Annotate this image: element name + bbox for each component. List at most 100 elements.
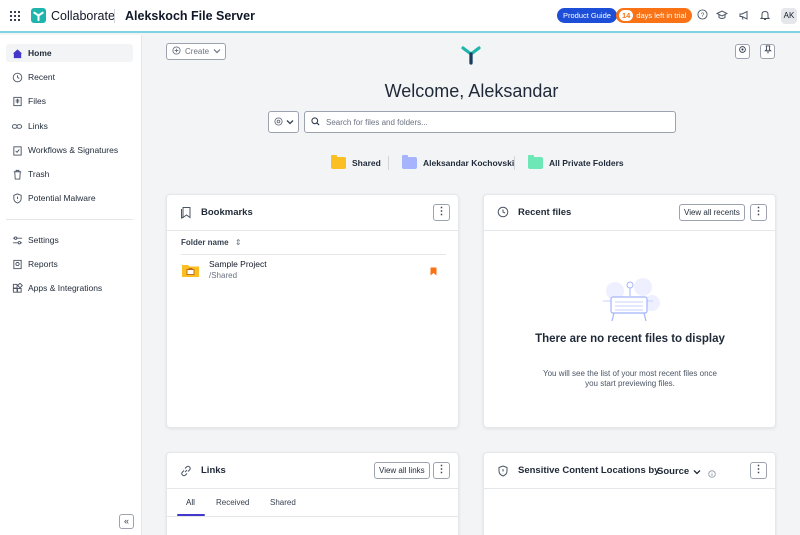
shortcut-label: All Private Folders (549, 158, 624, 168)
sidebar-item-links[interactable]: Links (6, 117, 133, 135)
links-title: Links (201, 465, 226, 476)
app-launcher-icon[interactable] (10, 11, 20, 21)
sliders-icon (6, 235, 28, 246)
trial-badge[interactable]: 14 days left in trial (616, 8, 693, 23)
avatar[interactable]: AK (781, 8, 797, 24)
bookmarks-menu-button[interactable]: ⋮ (433, 204, 450, 221)
clock-icon (497, 206, 509, 218)
trial-text: days left in trial (636, 11, 687, 20)
empty-state-illustration (597, 277, 663, 325)
tab-received[interactable]: Received (216, 498, 249, 507)
folder-icon (528, 155, 543, 169)
source-dropdown-label: Source (657, 465, 690, 477)
sensitive-content-title: Sensitive Content Locations by (518, 465, 660, 476)
sidebar-item-label: Apps & Integrations (28, 283, 103, 293)
divider (167, 488, 458, 489)
sensitive-content-menu-button[interactable]: ⋮ (750, 462, 767, 479)
sensitive-content-card: Sensitive Content Locations by Source ⋮ (483, 452, 776, 535)
gear-icon (738, 46, 747, 56)
trial-days: 14 (619, 10, 634, 21)
clock-icon (6, 72, 28, 83)
collaborate-logo-center (460, 43, 482, 65)
sidebar-item-workflows[interactable]: Workflows & Signatures (6, 141, 133, 159)
tab-shared[interactable]: Shared (270, 498, 296, 507)
column-header-folder-name[interactable]: Folder name ⇕ (181, 238, 242, 247)
create-button[interactable]: Create (166, 43, 226, 60)
megaphone-icon[interactable] (738, 9, 750, 21)
sidebar-item-potential-malware[interactable]: Potential Malware (6, 189, 133, 207)
sidebar-item-label: Settings (28, 235, 59, 245)
sidebar-item-settings[interactable]: Settings (6, 231, 133, 249)
search-scope-dropdown[interactable] (268, 111, 299, 133)
sidebar-item-trash[interactable]: Trash (6, 165, 133, 183)
recent-files-card: Recent files View all recents ⋮ There ar… (483, 194, 776, 428)
bookmark-path: /Shared (209, 271, 238, 280)
shield-icon (6, 192, 28, 204)
bookmark-name[interactable]: Sample Project (209, 259, 267, 269)
empty-state-description: You will see the list of your most recen… (542, 369, 717, 388)
plus-icon (172, 46, 181, 57)
collapse-sidebar-button[interactable]: « (119, 514, 134, 529)
bookmark-flag-icon[interactable] (430, 265, 437, 279)
links-menu-button[interactable]: ⋮ (433, 462, 450, 479)
files-icon (6, 96, 28, 107)
sidebar-item-files[interactable]: Files (6, 92, 133, 110)
home-icon (6, 48, 28, 59)
server-name: Alekskoch File Server (125, 9, 255, 23)
sidebar-divider (6, 219, 133, 220)
source-dropdown[interactable]: Source (657, 464, 701, 478)
recent-files-menu-button[interactable]: ⋮ (750, 204, 767, 221)
help-icon[interactable]: ? (696, 9, 708, 21)
sidebar-item-apps-integrations[interactable]: Apps & Integrations (6, 279, 133, 297)
divider (114, 9, 115, 23)
sidebar-item-label: Trash (28, 169, 50, 179)
graduation-cap-icon[interactable] (715, 9, 729, 21)
sidebar-item-label: Workflows & Signatures (28, 145, 119, 155)
shortcut-divider (388, 156, 389, 170)
sidebar-item-recent[interactable]: Recent (6, 68, 133, 86)
sidebar-item-label: Potential Malware (28, 193, 96, 203)
settings-gear-button[interactable] (735, 44, 750, 59)
divider (484, 230, 775, 231)
apps-icon (6, 282, 28, 294)
sidebar-item-label: Files (28, 96, 46, 106)
empty-state-title: There are no recent files to display (535, 333, 725, 345)
shield-icon (497, 465, 509, 477)
chevron-down-icon (693, 464, 701, 478)
report-icon (6, 259, 28, 270)
app-name: Collaborate (51, 9, 115, 23)
collaborate-logo[interactable] (31, 8, 46, 23)
sidebar-item-home[interactable]: Home (6, 44, 133, 62)
view-all-links-button[interactable]: View all links (374, 462, 430, 479)
link-icon (6, 121, 28, 132)
search-box[interactable] (304, 111, 676, 133)
tab-all[interactable]: All (186, 498, 195, 507)
shortcut-divider (514, 156, 515, 170)
recent-files-title: Recent files (518, 207, 572, 218)
shortcut-all-private-folders[interactable]: All Private Folders (528, 155, 624, 169)
briefcase-folder-icon (181, 262, 200, 281)
sidebar: Home Recent Files Links Workflows & Sign… (0, 35, 142, 535)
target-icon (273, 116, 283, 128)
shortcut-shared[interactable]: Shared (331, 155, 381, 169)
sidebar-item-label: Links (28, 121, 48, 131)
shortcut-aleksandar-kochovski[interactable]: Aleksandar Kochovski (402, 155, 515, 169)
folder-icon (402, 155, 417, 169)
bell-icon[interactable] (759, 9, 771, 21)
bookmarks-card: Bookmarks ⋮ Folder name ⇕ Sample Project… (166, 194, 459, 428)
workflow-icon (6, 145, 28, 156)
info-icon[interactable] (708, 467, 716, 481)
table-row[interactable]: Sample Project /Shared (181, 257, 446, 283)
view-all-recents-button[interactable]: View all recents (679, 204, 745, 221)
folder-icon (331, 155, 346, 169)
product-guide-button[interactable]: Product Guide (557, 8, 617, 23)
search-input[interactable] (326, 117, 646, 127)
divider (181, 254, 446, 255)
sidebar-item-reports[interactable]: Reports (6, 255, 133, 273)
pin-icon (763, 45, 772, 56)
divider (167, 230, 458, 231)
svg-text:?: ? (700, 12, 704, 19)
shortcut-label: Aleksandar Kochovski (423, 158, 515, 168)
pin-button[interactable] (760, 44, 775, 59)
links-card: Links View all links ⋮ All Received Shar… (166, 452, 459, 535)
